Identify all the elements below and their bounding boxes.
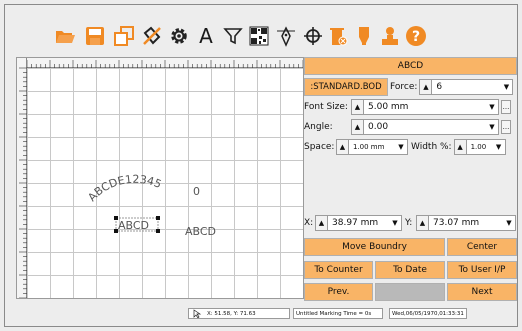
angle-label: Angle: [304,122,333,132]
toolbar: A ? [5,5,519,57]
increment-icon[interactable]: ▲ [352,120,364,134]
open-folder-icon[interactable] [54,25,76,47]
angle-value: 0.00 [368,122,389,132]
dropdown-icon[interactable]: ▼ [389,216,401,230]
increment-icon[interactable]: ▲ [337,140,349,154]
increment-icon[interactable]: ▲ [417,216,429,230]
space-label: Space: [304,142,335,152]
font-size-label: Font Size: [304,102,348,112]
nav-row: Prev. Next [304,283,517,301]
settings-gear-icon[interactable] [168,25,190,47]
font-row: :STANDARD.BOD Force: ▲ 6 ▼ [304,78,517,96]
stamp-pin-icon[interactable] [353,25,375,47]
cursor-icon [193,309,202,318]
app-window: A ? ABCDE12345 0 ABCD ABCD ABCD:STANDAR… [4,4,518,327]
force-spinbox[interactable]: ▲ 6 ▼ [419,79,514,95]
selection-handle[interactable] [156,216,160,220]
delete-icon[interactable] [141,25,163,47]
text-tool-icon[interactable]: A [195,25,217,47]
increment-icon[interactable]: ▲ [316,216,328,230]
dropdown-icon[interactable]: ▼ [500,80,512,94]
position-row: X: ▲ 38.97 mm ▼ Y: ▲ 73.07 mm ▼ [304,214,517,232]
dropdown-icon[interactable]: ▼ [503,216,515,230]
x-value: 38.97 mm [332,218,379,228]
space-value: 1.00 mm [353,143,385,151]
status-bar: X: 51.58, Y: 71.63 Untitled Marking Time… [5,307,519,321]
dropdown-icon[interactable]: ▼ [493,140,505,154]
force-label: Force: [390,82,418,92]
file-name: Untitled [296,311,318,317]
y-value: 73.07 mm [433,218,480,228]
trash-bin-icon[interactable] [327,25,349,47]
copy-icon[interactable] [113,25,135,47]
next-button[interactable]: Next [447,283,517,301]
angle-spinbox[interactable]: ▲ 0.00 ▼ [351,119,499,135]
selected-text-object[interactable]: ABCD [114,216,160,233]
center-button[interactable]: Center [447,238,517,256]
increment-icon[interactable]: ▲ [352,100,364,114]
angle-row: Angle: ▲ 0.00 ▼ ... [304,118,517,136]
force-value: 6 [436,82,443,92]
save-icon[interactable] [84,25,106,47]
marking-time: Marking Time = 0s [319,311,372,317]
increment-icon[interactable]: ▲ [420,80,433,94]
selected-text: ABCD [118,219,149,232]
qr-code-icon[interactable] [248,25,270,47]
arc-text[interactable]: ABCDE12345 [85,173,163,204]
object-header-button[interactable]: ABCD [304,57,517,75]
dropdown-icon[interactable]: ▼ [486,120,498,134]
space-row: Space: ▲ 1.00 mm ▼ Width %: ▲ 1.00 ▼ [304,138,517,156]
width-value: 1.00 [470,143,487,151]
x-label: X: [304,218,314,228]
arc-text-path: ABCDE12345 [85,173,163,204]
font-file-button[interactable]: :STANDARD.BOD [304,78,388,96]
font-size-spinbox[interactable]: ▲ 5.00 mm ▼ [351,99,499,115]
x-spinbox[interactable]: ▲ 38.97 mm ▼ [315,215,402,231]
to-counter-button[interactable]: To Counter [304,261,373,279]
crosshair-icon[interactable] [302,25,324,47]
y-label: Y: [405,218,413,228]
help-icon[interactable]: ? [405,25,427,47]
user-stamp-icon[interactable] [379,25,401,47]
zero-text[interactable]: 0 [193,185,200,198]
font-size-row: Font Size: ▲ 5.00 mm ▼ ... [304,98,517,116]
insert-row: To Counter To Date To User I/P [304,261,517,279]
text-tool-glyph: A [199,24,213,48]
dropdown-icon[interactable]: ▼ [395,140,407,154]
space-spinbox[interactable]: ▲ 1.00 mm ▼ [336,139,408,155]
coords-field: X: 51.58, Y: 71.63 [188,308,290,319]
dropdown-icon[interactable]: ▼ [486,100,498,114]
datetime-field: Wed,06/05/1970,01:33:31 [389,308,467,319]
move-boundary-button[interactable]: Move Boundry [304,238,445,256]
marking-time-field: Untitled Marking Time = 0s [293,308,383,319]
blank-button [375,283,445,301]
pen-tool-icon[interactable] [275,25,297,47]
design-canvas[interactable]: ABCDE12345 0 ABCD ABCD [16,57,304,299]
to-user-input-button[interactable]: To User I/P [447,261,517,279]
font-size-value: 5.00 mm [368,102,409,112]
prev-button[interactable]: Prev. [304,283,373,301]
plain-text[interactable]: ABCD [185,225,216,238]
angle-more-button[interactable]: ... [501,120,511,134]
width-label: Width %: [411,142,452,152]
font-size-more-button[interactable]: ... [501,100,511,114]
selection-handle[interactable] [156,229,160,233]
boundary-row: Move Boundry Center [304,238,517,256]
increment-icon[interactable]: ▲ [454,140,467,154]
y-spinbox[interactable]: ▲ 73.07 mm ▼ [416,215,516,231]
properties-panel: ABCD :STANDARD.BOD Force: ▲ 6 ▼ Font Siz… [302,57,519,303]
coords-text: X: 51.58, Y: 71.63 [207,311,256,317]
width-spinbox[interactable]: ▲ 1.00 ▼ [453,139,506,155]
to-date-button[interactable]: To Date [375,261,445,279]
canvas-objects: ABCDE12345 0 ABCD ABCD [85,173,216,238]
svg-text:?: ? [412,29,420,45]
funnel-icon[interactable] [222,25,244,47]
